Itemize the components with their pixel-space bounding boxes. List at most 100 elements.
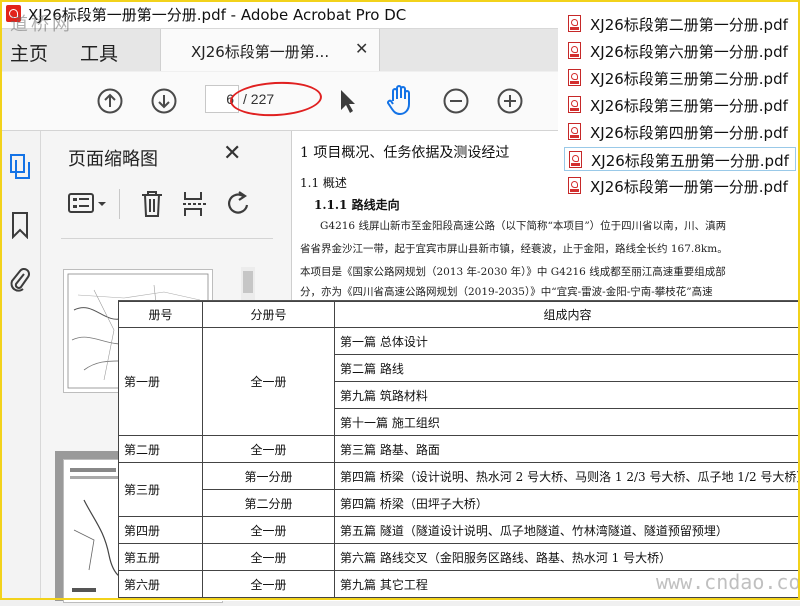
paperclip-icon [8, 265, 32, 293]
file-item[interactable]: XJ26标段第四册第一分册.pdf [564, 120, 796, 144]
plus-circle-icon [496, 87, 524, 115]
hand-icon [384, 84, 414, 116]
volume-cell: 第三册 [119, 463, 203, 517]
contents-cell: 第二篇 路线 [335, 355, 800, 382]
file-item[interactable]: XJ26标段第三册第二分册.pdf [564, 66, 796, 90]
scrollbar-thumb[interactable] [243, 271, 253, 293]
table-row: 第一册 全一册 第一篇 总体设计 [119, 328, 800, 355]
hand-tool-button[interactable] [384, 84, 410, 110]
volume-cell: 第二册 [119, 436, 203, 463]
column-header: 分册号 [203, 302, 335, 328]
contents-cell: 第十一篇 施工组织 [335, 409, 800, 436]
table-row: 第二分册 第四篇 桥梁（田坪子大桥） [119, 490, 800, 517]
volume-table-overlay: 册号 分册号 组成内容 第一册 全一册 第一篇 总体设计 第二篇 路线 第九篇 … [118, 300, 800, 601]
watermark-top: 道桥网 [10, 10, 73, 36]
select-tool-button[interactable] [334, 87, 360, 113]
pdf-file-icon [569, 151, 582, 168]
contents-cell: 第四篇 桥梁（田坪子大桥） [335, 490, 800, 517]
volume-cell: 第一册 [119, 328, 203, 436]
file-item[interactable]: XJ26标段第三册第一分册.pdf [564, 93, 796, 117]
window-title: XJ26标段第一册第一分册.pdf - Adobe Acrobat Pro DC [28, 4, 406, 25]
tab-document[interactable]: XJ26标段第一册第... ✕ [160, 29, 380, 71]
toolbar-divider [119, 189, 120, 219]
cursor-arrow-icon [334, 87, 360, 115]
file-name: XJ26标段第四册第一分册.pdf [590, 122, 788, 143]
table-row: 第二册 全一册 第三篇 路基、路面 [119, 436, 800, 463]
document-paragraph-line: 省省界金沙江一带，起于宜宾市屏山县新市镇，经蓑波，止于金阳，路线全长约 167.… [300, 241, 728, 256]
table-header-row: 册号 分册号 组成内容 [119, 302, 800, 328]
document-subsection: 1.1.1 路线走向 [314, 196, 400, 213]
left-navigation-rail [0, 131, 41, 600]
previous-page-button[interactable] [96, 87, 122, 113]
volume-cell: 第六册 [119, 571, 203, 598]
file-list-overlay: XJ26标段第二册第一分册.pdf XJ26标段第六册第一分册.pdf XJ26… [558, 0, 800, 202]
pdf-file-icon [568, 96, 581, 113]
file-name: XJ26标段第一册第一分册.pdf [590, 176, 788, 197]
file-name: XJ26标段第六册第一分册.pdf [590, 41, 788, 62]
subvolume-cell: 全一册 [203, 571, 335, 598]
panel-title: 页面缩略图 [68, 145, 158, 171]
toolbar: 6 / 227 [0, 72, 558, 131]
pages-icon [8, 153, 32, 181]
file-item-selected[interactable]: XJ26标段第五册第一分册.pdf [564, 147, 796, 171]
table-row: 第三册 第一分册 第四篇 桥梁（设计说明、热水河 2 号大桥、马则洛 1 2/3… [119, 463, 800, 490]
column-header: 组成内容 [335, 302, 800, 328]
file-name: XJ26标段第三册第一分册.pdf [590, 95, 788, 116]
rotate-icon [225, 189, 253, 219]
split-pages-icon [181, 189, 209, 219]
subvolume-cell: 全一册 [203, 517, 335, 544]
tab-bar: 主页 工具 XJ26标段第一册第... ✕ [0, 29, 558, 71]
file-item[interactable]: XJ26标段第二册第一分册.pdf [564, 12, 796, 36]
document-heading: 1 项目概况、任务依据及测设经过 [300, 142, 509, 162]
tab-tools[interactable]: 工具 [80, 39, 118, 66]
bookmarks-button[interactable] [10, 211, 30, 243]
pdf-file-icon [568, 123, 581, 140]
volume-table: 册号 分册号 组成内容 第一册 全一册 第一篇 总体设计 第二篇 路线 第九篇 … [118, 301, 800, 598]
bookmark-icon [10, 211, 30, 239]
table-row: 第四册 全一册 第五篇 隧道（隧道设计说明、瓜子地隧道、竹林湾隧道、隧道预留预埋… [119, 517, 800, 544]
volume-cell: 第五册 [119, 544, 203, 571]
pdf-file-icon [568, 177, 581, 194]
document-section: 1.1 概述 [300, 174, 347, 191]
contents-cell: 第九篇 筑路材料 [335, 382, 800, 409]
file-name: XJ26标段第五册第一分册.pdf [591, 150, 789, 171]
column-header: 册号 [119, 302, 203, 328]
minus-circle-icon [442, 87, 470, 115]
tab-home[interactable]: 主页 [10, 39, 48, 66]
list-options-icon [67, 191, 111, 217]
trash-icon [139, 189, 165, 219]
thumbnail-options-button[interactable] [67, 191, 111, 221]
arrow-up-circle-icon [96, 87, 124, 115]
thumbnail-toolbar [63, 187, 283, 223]
volume-cell: 第四册 [119, 517, 203, 544]
subvolume-cell: 全一册 [203, 436, 335, 463]
zoom-out-button[interactable] [442, 87, 468, 113]
tab-document-label: XJ26标段第一册第... [191, 41, 329, 62]
document-paragraph-line: G4216 线屏山新市至金阳段高速公路（以下简称“本项目”）位于四川省以南，川、… [320, 218, 726, 233]
contents-cell: 第六篇 路线交叉（金阳服务区路线、路基、热水河 1 号大桥） [335, 544, 800, 571]
contents-cell: 第三篇 路基、路面 [335, 436, 800, 463]
watermark-bottom: www.cndao.com [656, 570, 800, 594]
contents-cell: 第一篇 总体设计 [335, 328, 800, 355]
subvolume-cell: 第二分册 [203, 490, 335, 517]
contents-cell: 第五篇 隧道（隧道设计说明、瓜子地隧道、竹林湾隧道、隧道预留预埋） [335, 517, 800, 544]
attachments-button[interactable] [8, 265, 32, 297]
table-row: 第五册 全一册 第六篇 路线交叉（金阳服务区路线、路基、热水河 1 号大桥） [119, 544, 800, 571]
arrow-down-circle-icon [150, 87, 178, 115]
document-paragraph-line: 本项目是《国家公路网规划（2013 年-2030 年）》中 G4216 线成都至… [300, 264, 726, 279]
file-item[interactable]: XJ26标段第一册第一分册.pdf [564, 174, 796, 198]
pdf-file-icon [568, 15, 581, 32]
tab-close-icon[interactable]: ✕ [355, 39, 368, 58]
page-thumbnails-button[interactable] [8, 153, 32, 185]
rotate-pages-button[interactable] [225, 189, 253, 223]
panel-divider [61, 238, 273, 239]
zoom-in-button[interactable] [496, 87, 522, 113]
subvolume-cell: 全一册 [203, 328, 335, 436]
panel-close-icon[interactable]: ✕ [223, 141, 241, 166]
extract-pages-button[interactable] [181, 189, 209, 223]
delete-pages-button[interactable] [139, 189, 165, 223]
file-name: XJ26标段第二册第一分册.pdf [590, 14, 788, 35]
pdf-file-icon [568, 69, 581, 86]
next-page-button[interactable] [150, 87, 176, 113]
file-item[interactable]: XJ26标段第六册第一分册.pdf [564, 39, 796, 63]
